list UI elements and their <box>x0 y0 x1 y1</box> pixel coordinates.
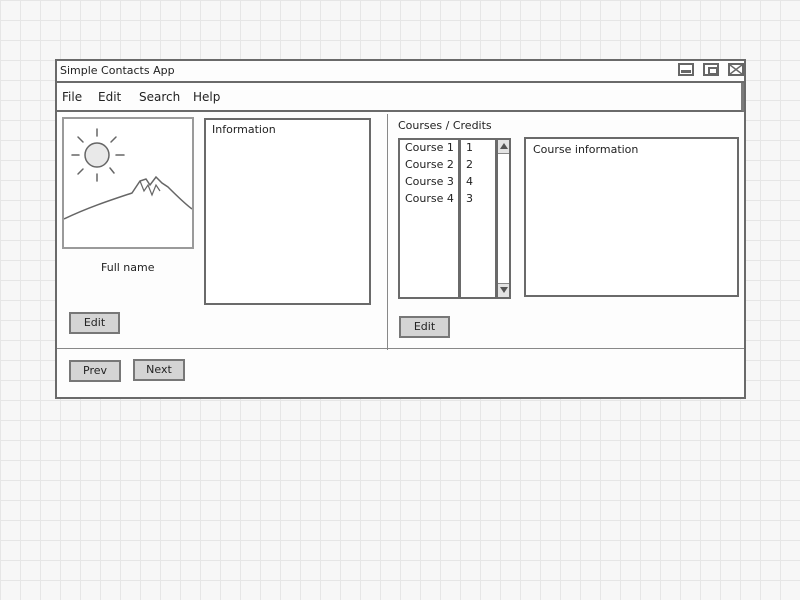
course-information-box[interactable]: Course information <box>524 137 739 297</box>
information-box[interactable]: Information <box>204 118 371 305</box>
next-button[interactable]: Next <box>133 359 185 381</box>
course-name[interactable]: Course 2 <box>405 158 454 172</box>
menu-bar: File Edit Search Help <box>57 83 744 112</box>
full-name-label: Full name <box>101 261 155 274</box>
title-bar: Simple Contacts App <box>57 61 744 83</box>
credit-list[interactable]: 1 2 4 3 <box>459 138 497 299</box>
course-name[interactable]: Course 1 <box>405 141 454 155</box>
minimize-icon[interactable] <box>678 63 694 76</box>
app-window: Simple Contacts App File Edit Search Hel… <box>55 59 746 399</box>
edit-contact-button[interactable]: Edit <box>69 312 120 334</box>
maximize-icon[interactable] <box>703 63 719 76</box>
course-information-label: Course information <box>533 143 639 156</box>
image-placeholder-icon <box>62 117 194 249</box>
courses-credits-header: Courses / Credits <box>398 119 492 132</box>
horizontal-divider <box>57 348 744 349</box>
course-credits[interactable]: 4 <box>466 175 473 189</box>
course-credits[interactable]: 1 <box>466 141 473 155</box>
menu-file[interactable]: File <box>62 90 82 104</box>
window-title: Simple Contacts App <box>60 64 175 77</box>
arrow-up-icon[interactable] <box>498 140 509 154</box>
menu-help[interactable]: Help <box>193 90 220 104</box>
menu-search[interactable]: Search <box>139 90 180 104</box>
course-credits[interactable]: 2 <box>466 158 473 172</box>
course-name[interactable]: Course 3 <box>405 175 454 189</box>
prev-button[interactable]: Prev <box>69 360 121 382</box>
information-label: Information <box>212 123 276 136</box>
arrow-down-icon[interactable] <box>498 283 509 297</box>
vertical-divider <box>387 114 388 350</box>
course-scrollbar[interactable] <box>496 138 511 299</box>
course-list[interactable]: Course 1 Course 2 Course 3 Course 4 <box>398 138 460 299</box>
course-credits[interactable]: 3 <box>466 192 473 206</box>
edit-course-button[interactable]: Edit <box>399 316 450 338</box>
close-icon[interactable] <box>728 63 744 76</box>
course-name[interactable]: Course 4 <box>405 192 454 206</box>
menu-edit[interactable]: Edit <box>98 90 121 104</box>
